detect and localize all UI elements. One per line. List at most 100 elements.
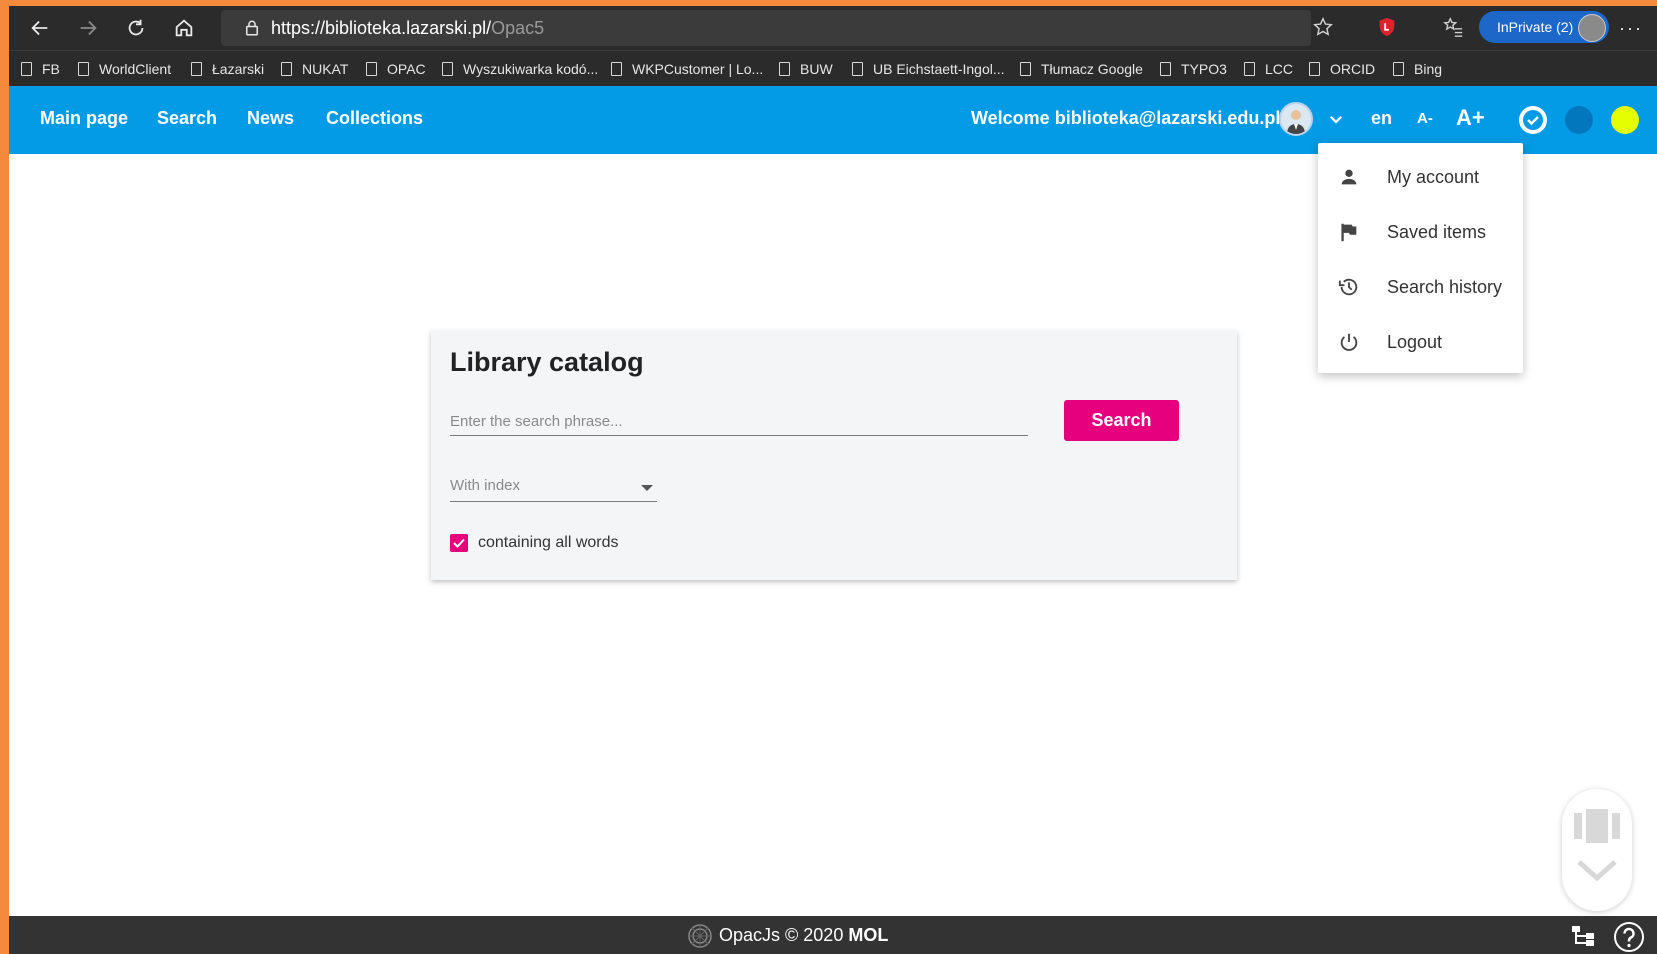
more-menu-icon[interactable]: ··· [1619,18,1643,39]
adblock-extension-icon[interactable] [1376,16,1398,38]
checkmark-icon [453,538,465,548]
contrast-default-button[interactable] [1519,106,1547,134]
footer-brand[interactable]: MOL [848,925,888,945]
footer-text-main: OpacJs © 2020 [719,925,849,945]
bookmark-item[interactable]: TYPO3 [1160,61,1227,77]
favorites-list-icon[interactable] [1442,16,1464,38]
sitemap-icon[interactable] [1571,925,1595,947]
back-icon[interactable] [25,13,55,43]
refresh-icon[interactable] [121,13,151,43]
bookmark-item[interactable]: OPAC [366,61,426,77]
font-larger-button[interactable]: A+ [1456,105,1485,131]
menu-label: My account [1387,167,1480,187]
browser-window: https://biblioteka.lazarski.pl/Opac5 InP… [9,6,1657,954]
bookmark-item[interactable]: LCC [1244,61,1293,77]
flag-icon [1341,223,1357,242]
page-icon [366,62,377,76]
page-icon [1160,62,1171,76]
home-icon[interactable] [169,13,199,43]
page-icon [281,62,292,76]
bookmark-item[interactable]: Tłumacz Google [1020,61,1143,77]
bookmark-item[interactable]: NUKAT [281,61,348,77]
bookmark-item[interactable]: FB [21,61,60,77]
page-icon [1020,62,1031,76]
card-title: Library catalog [450,347,644,377]
forward-icon[interactable] [73,13,103,43]
page-icon [1393,62,1404,76]
address-bar[interactable]: https://biblioteka.lazarski.pl/Opac5 [221,10,1311,46]
welcome-text: Welcome biblioteka@lazarski.edu.pl [971,108,1281,128]
bookmark-label: Bing [1414,61,1443,77]
nav-collections[interactable]: Collections [326,108,423,129]
bookmark-label: NUKAT [302,61,349,77]
profile-avatar [1578,14,1606,42]
bookmark-label: WKPCustomer | Lo... [632,61,764,77]
bookmark-label: Wyszukiwarka kodó... [463,61,599,77]
bookmark-label: ORCID [1330,61,1376,77]
all-words-checkbox[interactable] [450,534,468,552]
bookmark-label: BUW [800,61,833,77]
lock-icon [246,20,258,36]
power-icon [1340,333,1358,351]
bookmark-label: OPAC [387,61,426,77]
nav-main-page[interactable]: Main page [40,108,128,129]
bookmark-item[interactable]: ORCID [1309,61,1375,77]
bookmark-item[interactable]: Łazarski [191,61,264,77]
menu-logout[interactable]: Logout [1318,316,1523,368]
floating-scroll-widget[interactable] [1562,789,1632,911]
search-input[interactable] [450,407,1028,436]
favorite-star-icon[interactable] [1312,16,1334,38]
page-icon [611,62,622,76]
page-icon [1244,62,1255,76]
menu-saved-items[interactable]: Saved items [1318,206,1523,258]
contrast-yellow-button[interactable] [1611,106,1639,134]
bookmarks-bar: FB WorldClient Łazarski NUKAT OPAC Wyszu… [9,50,1657,87]
nav-search[interactable]: Search [157,108,217,129]
check-icon [1523,110,1543,130]
search-button[interactable]: Search [1064,400,1179,441]
page-icon [852,62,863,76]
bookmark-label: LCC [1265,61,1294,77]
dropdown-caret-icon [641,485,653,491]
nav-news[interactable]: News [247,108,294,129]
menu-label: Search history [1387,277,1503,297]
menu-label: Logout [1387,332,1443,352]
menu-my-account[interactable]: My account [1318,151,1523,203]
chevron-down-icon[interactable] [1327,110,1345,128]
menu-search-history[interactable]: Search history [1318,261,1523,313]
bookmark-item[interactable]: UB Eichstaett-Ingol... [852,61,1005,77]
page-icon [779,62,790,76]
index-select[interactable]: With index [450,471,657,502]
contrast-dark-button[interactable] [1565,106,1593,134]
bookmark-item[interactable]: WKPCustomer | Lo... [611,61,763,77]
bookmark-label: WorldClient [99,61,172,77]
url-host: https://biblioteka.lazarski.pl/ [271,18,492,38]
page-icon [78,62,89,76]
index-select-value: With index [450,477,521,494]
help-icon[interactable] [1613,921,1645,953]
footer-copyright: OpacJs © 2020 MOL [719,925,888,946]
bookmark-label: FB [42,61,60,77]
inprivate-button[interactable]: InPrivate (2) [1479,11,1609,43]
user-avatar[interactable] [1279,102,1313,136]
opacjs-logo-icon [688,924,712,948]
bookmark-item[interactable]: BUW [779,61,833,77]
user-menu-dropdown: My account Saved items Search history Lo… [1318,143,1523,373]
url-path: Opac5 [491,18,545,38]
bookmark-label: Tłumacz Google [1041,61,1143,77]
bookmark-label: UB Eichstaett-Ingol... [873,61,1005,77]
page-icon [1309,62,1320,76]
bookmark-label: TYPO3 [1181,61,1227,77]
page-icon [191,62,202,76]
menu-label: Saved items [1387,222,1487,242]
font-smaller-button[interactable]: A- [1417,110,1433,127]
bookmark-item[interactable]: WorldClient [78,61,171,77]
inprivate-label: InPrivate (2) [1497,19,1574,35]
bookmark-item[interactable]: Wyszukiwarka kodó... [442,61,598,77]
person-icon [1341,169,1357,185]
bookmark-label: Łazarski [212,61,265,77]
url-text: https://biblioteka.lazarski.pl/Opac5 [271,18,544,39]
language-switch[interactable]: en [1371,108,1392,129]
bookmark-item[interactable]: Bing [1393,61,1442,77]
history-icon [1338,278,1358,296]
